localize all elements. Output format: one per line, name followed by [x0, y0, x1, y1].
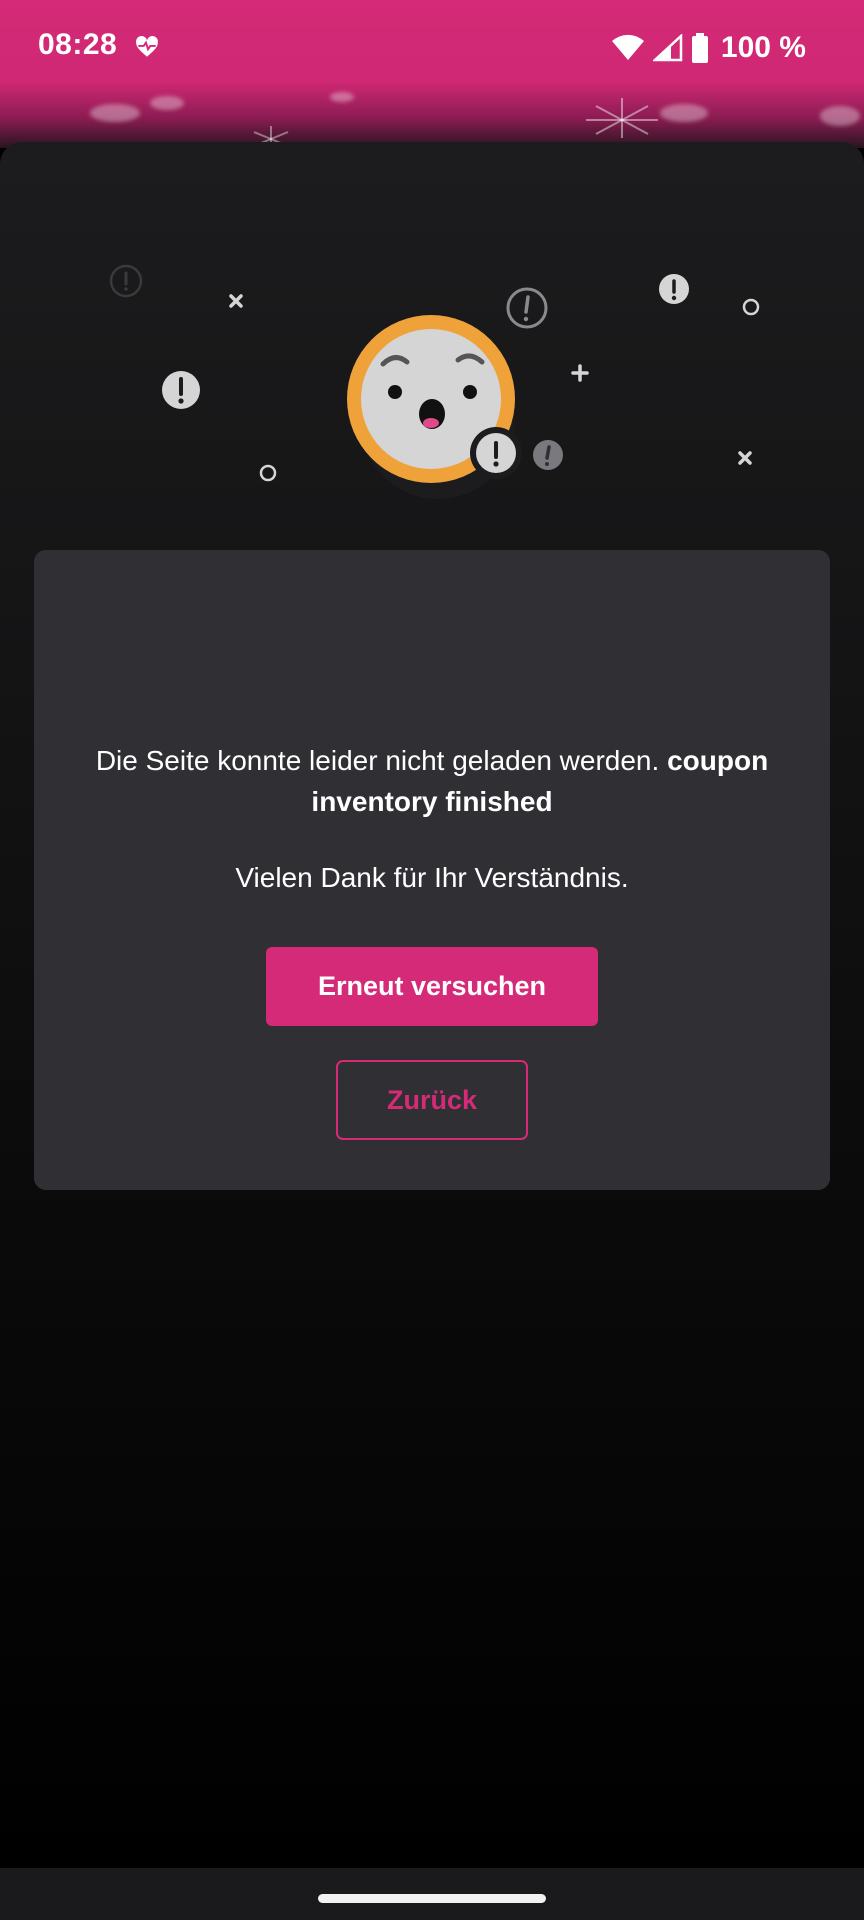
cross-decoration — [229, 294, 243, 308]
error-message: Die Seite konnte leider nicht geladen we… — [64, 740, 800, 822]
page-content: Die Seite konnte leider nicht geladen we… — [0, 142, 864, 1868]
battery-percentage: 100 % — [720, 31, 806, 64]
circle-decoration — [259, 464, 277, 482]
snow-decoration — [90, 104, 140, 122]
snowflake-icon — [586, 98, 658, 138]
status-bar: 08:28 100 % — [0, 0, 864, 148]
snow-decoration — [150, 96, 184, 110]
error-illustration — [109, 264, 760, 499]
screen: 08:28 100 % Die Seite konnte leider nich… — [0, 0, 864, 1920]
wifi-icon — [611, 34, 644, 60]
exclamation-icon — [109, 264, 143, 298]
circle-decoration — [742, 298, 760, 316]
heart-pulse-icon — [136, 36, 158, 57]
error-message-text: Die Seite konnte leider nicht geladen we… — [95, 745, 668, 776]
exclamation-badge-icon — [470, 427, 522, 479]
snow-decoration — [660, 104, 708, 122]
snow-decoration — [330, 92, 354, 102]
exclamation-icon — [533, 440, 563, 470]
status-time: 08:28 — [38, 28, 118, 61]
exclamation-icon — [506, 287, 548, 329]
retry-button[interactable]: Erneut versuchen — [266, 947, 598, 1026]
battery-icon — [691, 33, 708, 63]
exclamation-icon — [162, 371, 200, 409]
cell-signal-icon — [652, 34, 683, 62]
plus-decoration — [571, 364, 589, 382]
status-icons: 100 % — [611, 28, 806, 68]
home-indicator[interactable] — [318, 1894, 546, 1903]
thanks-message: Vielen Dank für Ihr Verständnis. — [235, 862, 629, 893]
exclamation-icon — [659, 274, 689, 304]
cross-decoration — [738, 451, 752, 465]
back-button[interactable]: Zurück — [336, 1060, 528, 1140]
snow-decoration — [820, 106, 860, 126]
